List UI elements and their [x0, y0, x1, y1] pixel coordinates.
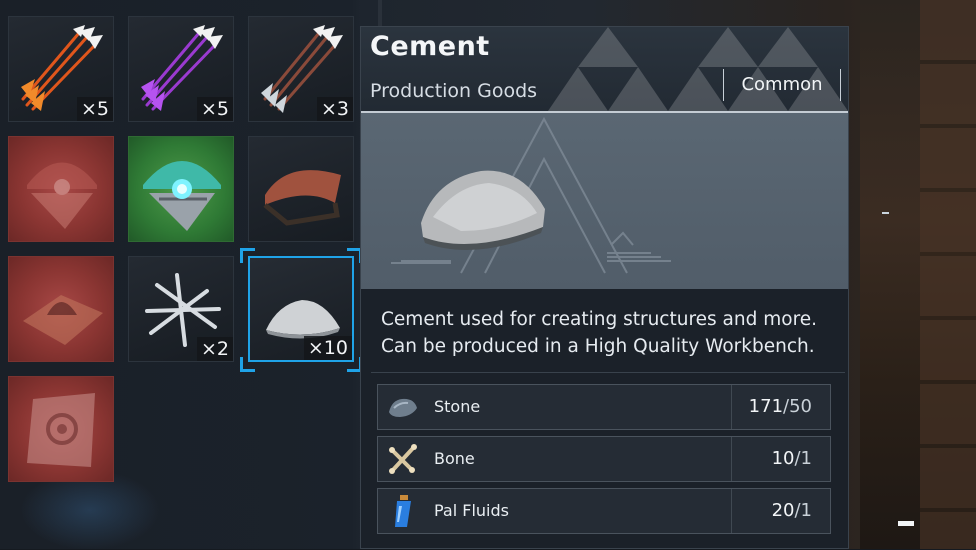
inventory-slot-locked-pile[interactable]: [8, 256, 114, 362]
hud-marker: [898, 521, 914, 526]
inventory-slot-cement[interactable]: ×10: [248, 256, 354, 362]
background-wood-beam: [920, 0, 976, 549]
requirement-name: Stone: [434, 397, 481, 416]
inventory-slot-fire-arrows[interactable]: ×5: [8, 16, 114, 122]
inventory-slot-locked-tile[interactable]: [8, 376, 114, 482]
device-icon: [27, 162, 97, 229]
background-glow: [20, 470, 160, 550]
slot-quantity: ×10: [303, 336, 352, 360]
requirement-separator: [731, 489, 732, 533]
glider-icon: [263, 170, 341, 226]
requirement-row-stone: Stone 171/50: [377, 384, 831, 430]
requirement-have: 171: [748, 396, 784, 417]
description-line: Can be produced in a High Quality Workbe…: [381, 336, 815, 357]
requirement-separator: [731, 437, 732, 481]
bone-icon: [389, 444, 417, 474]
selection-corner: [240, 357, 255, 372]
requirement-have: 10: [771, 448, 795, 469]
requirement-count: 20/1: [772, 489, 812, 533]
item-description: Cement used for creating structures and …: [381, 306, 841, 360]
requirement-row-pal-fluids: Pal Fluids 20/1: [377, 488, 831, 534]
pile-icon: [23, 295, 103, 345]
requirement-row-bone: Bone 10/1: [377, 436, 831, 482]
requirement-name: Pal Fluids: [434, 501, 509, 520]
hud-marker: [882, 212, 889, 214]
item-preview: [361, 113, 848, 289]
inventory-slot-nails[interactable]: ×2: [128, 256, 234, 362]
tooltip-header: Cement Production Goods Common: [361, 27, 848, 111]
requirement-have: 20: [771, 500, 795, 521]
requirement-name: Bone: [434, 449, 475, 468]
requirement-count: 10/1: [772, 437, 812, 481]
tile-icon: [27, 393, 95, 467]
slot-quantity: ×3: [316, 97, 353, 121]
stone-icon: [389, 398, 417, 417]
cement-preview-icon: [391, 116, 671, 274]
item-tooltip: Cement Production Goods Common Cement us…: [360, 26, 849, 549]
slot-quantity: ×5: [196, 97, 233, 121]
item-category: Production Goods: [370, 80, 538, 102]
requirement-need: /50: [783, 396, 812, 417]
requirement-need: /1: [794, 500, 812, 521]
requirement-need: /1: [794, 448, 812, 469]
inventory-slot-glowing-device[interactable]: [128, 136, 234, 242]
description-divider: [371, 372, 845, 373]
slot-quantity: ×2: [196, 337, 233, 361]
inventory-slot-glider[interactable]: [248, 136, 354, 242]
item-name: Cement: [370, 31, 490, 62]
inventory-slot-arrows[interactable]: ×3: [248, 16, 354, 122]
pal-fluids-icon: [395, 495, 411, 527]
rarity-badge: Common: [723, 69, 841, 101]
requirement-count: 171/50: [749, 385, 812, 429]
glowing-device-icon: [143, 161, 221, 231]
slot-quantity: ×5: [76, 97, 113, 121]
inventory-slot-locked-device[interactable]: [8, 136, 114, 242]
description-line: Cement used for creating structures and …: [381, 309, 818, 330]
selection-corner: [240, 248, 255, 263]
inventory-slot-poison-arrows[interactable]: ×5: [128, 16, 234, 122]
requirement-separator: [731, 385, 732, 429]
